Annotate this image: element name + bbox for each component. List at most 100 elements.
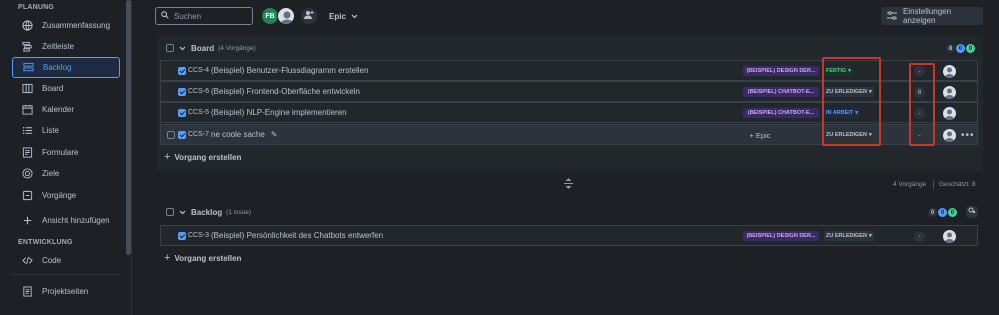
- issue-summary[interactable]: (Beispiel) Frontend-Oberfläche entwickel…: [211, 87, 360, 96]
- sidebar-item-timeline[interactable]: Zeitleiste: [12, 36, 120, 57]
- row-checkbox[interactable]: [178, 109, 186, 117]
- epic-tag[interactable]: (BEISPIEL) DESIGN DER...: [743, 66, 819, 76]
- sidebar-item-goals[interactable]: Ziele: [12, 163, 120, 184]
- issue-key[interactable]: CCS-3: [188, 232, 209, 239]
- epic-tag[interactable]: (BEISPIEL) CHATBOT-E...: [743, 87, 819, 97]
- sidebar-item-backlog[interactable]: Backlog: [12, 57, 120, 78]
- sidebar-item-code[interactable]: Code: [12, 250, 120, 271]
- sidebar-item-calendar[interactable]: Kalender: [12, 99, 120, 120]
- estimate-total: Geschätzt: 8: [939, 181, 976, 188]
- epic-tag[interactable]: (BEISPIEL) CHATBOT-E...: [743, 108, 819, 118]
- list-icon: [21, 125, 33, 137]
- assignee-avatar[interactable]: [943, 129, 956, 142]
- section-title: Backlog: [191, 207, 223, 217]
- backlog-icon: [22, 62, 34, 74]
- epic-filter-dropdown[interactable]: Epic: [325, 8, 362, 24]
- chevron-down-icon[interactable]: [179, 208, 186, 217]
- view-settings-button[interactable]: Einstellungen anzeigen: [881, 7, 983, 25]
- sidebar-item-label: Liste: [42, 126, 59, 135]
- sidebar-item-summary[interactable]: Zusammenfassung: [12, 15, 120, 36]
- count-in-progress: 0: [956, 44, 965, 53]
- issue-summary[interactable]: ne coole sache ✎: [211, 130, 278, 139]
- search-icon: [161, 11, 169, 21]
- row-checkbox[interactable]: [178, 88, 186, 96]
- count-done: 0: [948, 208, 957, 217]
- estimate-column-highlight: [909, 63, 935, 146]
- table-row[interactable]: CCS-3 (Beispiel) Persönlichkeit des Chat…: [160, 225, 978, 246]
- count-done: 0: [966, 44, 975, 53]
- sidebar-item-forms[interactable]: Formulare: [12, 142, 120, 163]
- row-checkbox[interactable]: [178, 232, 186, 240]
- estimate-badge[interactable]: -: [914, 231, 925, 242]
- timeline-icon: [21, 41, 33, 53]
- issue-summary-text: ne coole sache: [211, 130, 265, 139]
- search-input[interactable]: [174, 11, 244, 21]
- status-dropdown[interactable]: ZU ERLEDIGEN ▾: [824, 231, 874, 241]
- more-actions-icon[interactable]: •••: [961, 130, 975, 141]
- section-title: Board: [191, 43, 215, 53]
- assignee-avatar[interactable]: [943, 230, 956, 243]
- pencil-icon[interactable]: ✎: [271, 130, 278, 139]
- issue-key[interactable]: CCS-6: [188, 88, 209, 95]
- sidebar-item-label: Projektseiten: [42, 287, 89, 296]
- sidebar-item-label: Kalender: [42, 105, 75, 114]
- add-person-icon: [304, 10, 314, 22]
- assignee-avatar[interactable]: [943, 65, 956, 78]
- create-issue-button[interactable]: + Vorgang erstellen: [164, 252, 241, 264]
- epic-tag[interactable]: (BEISPIEL) DESIGN DER...: [743, 231, 819, 241]
- sidebar-item-label: Ziele: [42, 169, 60, 178]
- target-icon: [21, 168, 33, 180]
- sidebar-item-label: Board: [42, 84, 64, 93]
- code-icon: [21, 255, 33, 267]
- epic-filter-label: Epic: [329, 11, 346, 21]
- sidebar-item-issues[interactable]: Vorgänge: [12, 185, 120, 206]
- user-avatar[interactable]: [277, 7, 295, 25]
- select-all-checkbox[interactable]: [166, 44, 174, 52]
- sidebar-scrollbar[interactable]: [126, 0, 131, 255]
- sidebar-item-label: Code: [42, 256, 62, 265]
- backlog-more-button[interactable]: [966, 206, 978, 218]
- issue-key[interactable]: CCS-4: [188, 67, 209, 74]
- row-checkbox[interactable]: [178, 67, 186, 75]
- assignee-avatar[interactable]: [943, 107, 956, 120]
- issue-summary[interactable]: (Beispiel) Benutzer-Flussdiagramm erstel…: [211, 66, 368, 75]
- sidebar-item-label: Zeitleiste: [42, 42, 75, 51]
- issue-summary[interactable]: (Beispiel) NLP-Engine implementieren: [211, 108, 347, 117]
- form-icon: [21, 147, 33, 159]
- sliders-icon: [968, 207, 976, 217]
- sidebar-item-label: Backlog: [43, 63, 72, 72]
- chevron-down-icon[interactable]: [179, 44, 186, 53]
- plus-icon: [21, 215, 33, 227]
- create-issue-label: Vorgang erstellen: [174, 253, 242, 263]
- add-people-button[interactable]: [301, 8, 317, 24]
- sidebar-item-project-pages[interactable]: Projektseiten: [12, 281, 120, 302]
- view-settings-label: Einstellungen anzeigen: [903, 7, 952, 25]
- sidebar-item-board[interactable]: Board: [12, 78, 120, 99]
- assignee-avatar[interactable]: [943, 86, 956, 99]
- board-section-header[interactable]: Board (4 Vorgänge): [166, 41, 256, 55]
- issue-key[interactable]: CCS-7: [188, 131, 209, 138]
- sidebar-item-label: Formulare: [42, 148, 79, 157]
- create-issue-button[interactable]: + Vorgang erstellen: [164, 151, 241, 163]
- issue-key[interactable]: CCS-5: [188, 109, 209, 116]
- sidebar-item-add-view[interactable]: Ansicht hinzufügen: [12, 210, 120, 231]
- issue-total: 4 Vorgänge: [893, 181, 927, 188]
- search-input-wrapper[interactable]: [155, 7, 253, 25]
- backlog-section-header[interactable]: Backlog (1 issue): [166, 205, 251, 219]
- select-all-checkbox[interactable]: [166, 208, 174, 216]
- issue-summary[interactable]: (Beispiel) Persönlichkeit des Chatbots e…: [211, 231, 383, 240]
- globe-icon: [21, 20, 33, 32]
- row-select-checkbox[interactable]: [167, 131, 175, 139]
- section-label-planning: PLANUNG: [18, 4, 55, 11]
- resize-handle-icon[interactable]: [564, 178, 573, 191]
- add-epic-button[interactable]: + Epic: [743, 128, 777, 142]
- row-checkbox[interactable]: [178, 131, 186, 139]
- sidebar-item-list[interactable]: Liste: [12, 120, 120, 141]
- count-todo: 8: [946, 44, 955, 53]
- status-counts: 8 0 0: [946, 44, 975, 53]
- sidebar: PLANUNG Zusammenfassung Zeitleiste Backl…: [0, 0, 132, 315]
- chevron-down-icon: ▾: [868, 233, 872, 239]
- sliders-icon: [887, 10, 897, 22]
- sidebar-item-label: Vorgänge: [42, 191, 77, 200]
- sidebar-divider: [12, 274, 120, 275]
